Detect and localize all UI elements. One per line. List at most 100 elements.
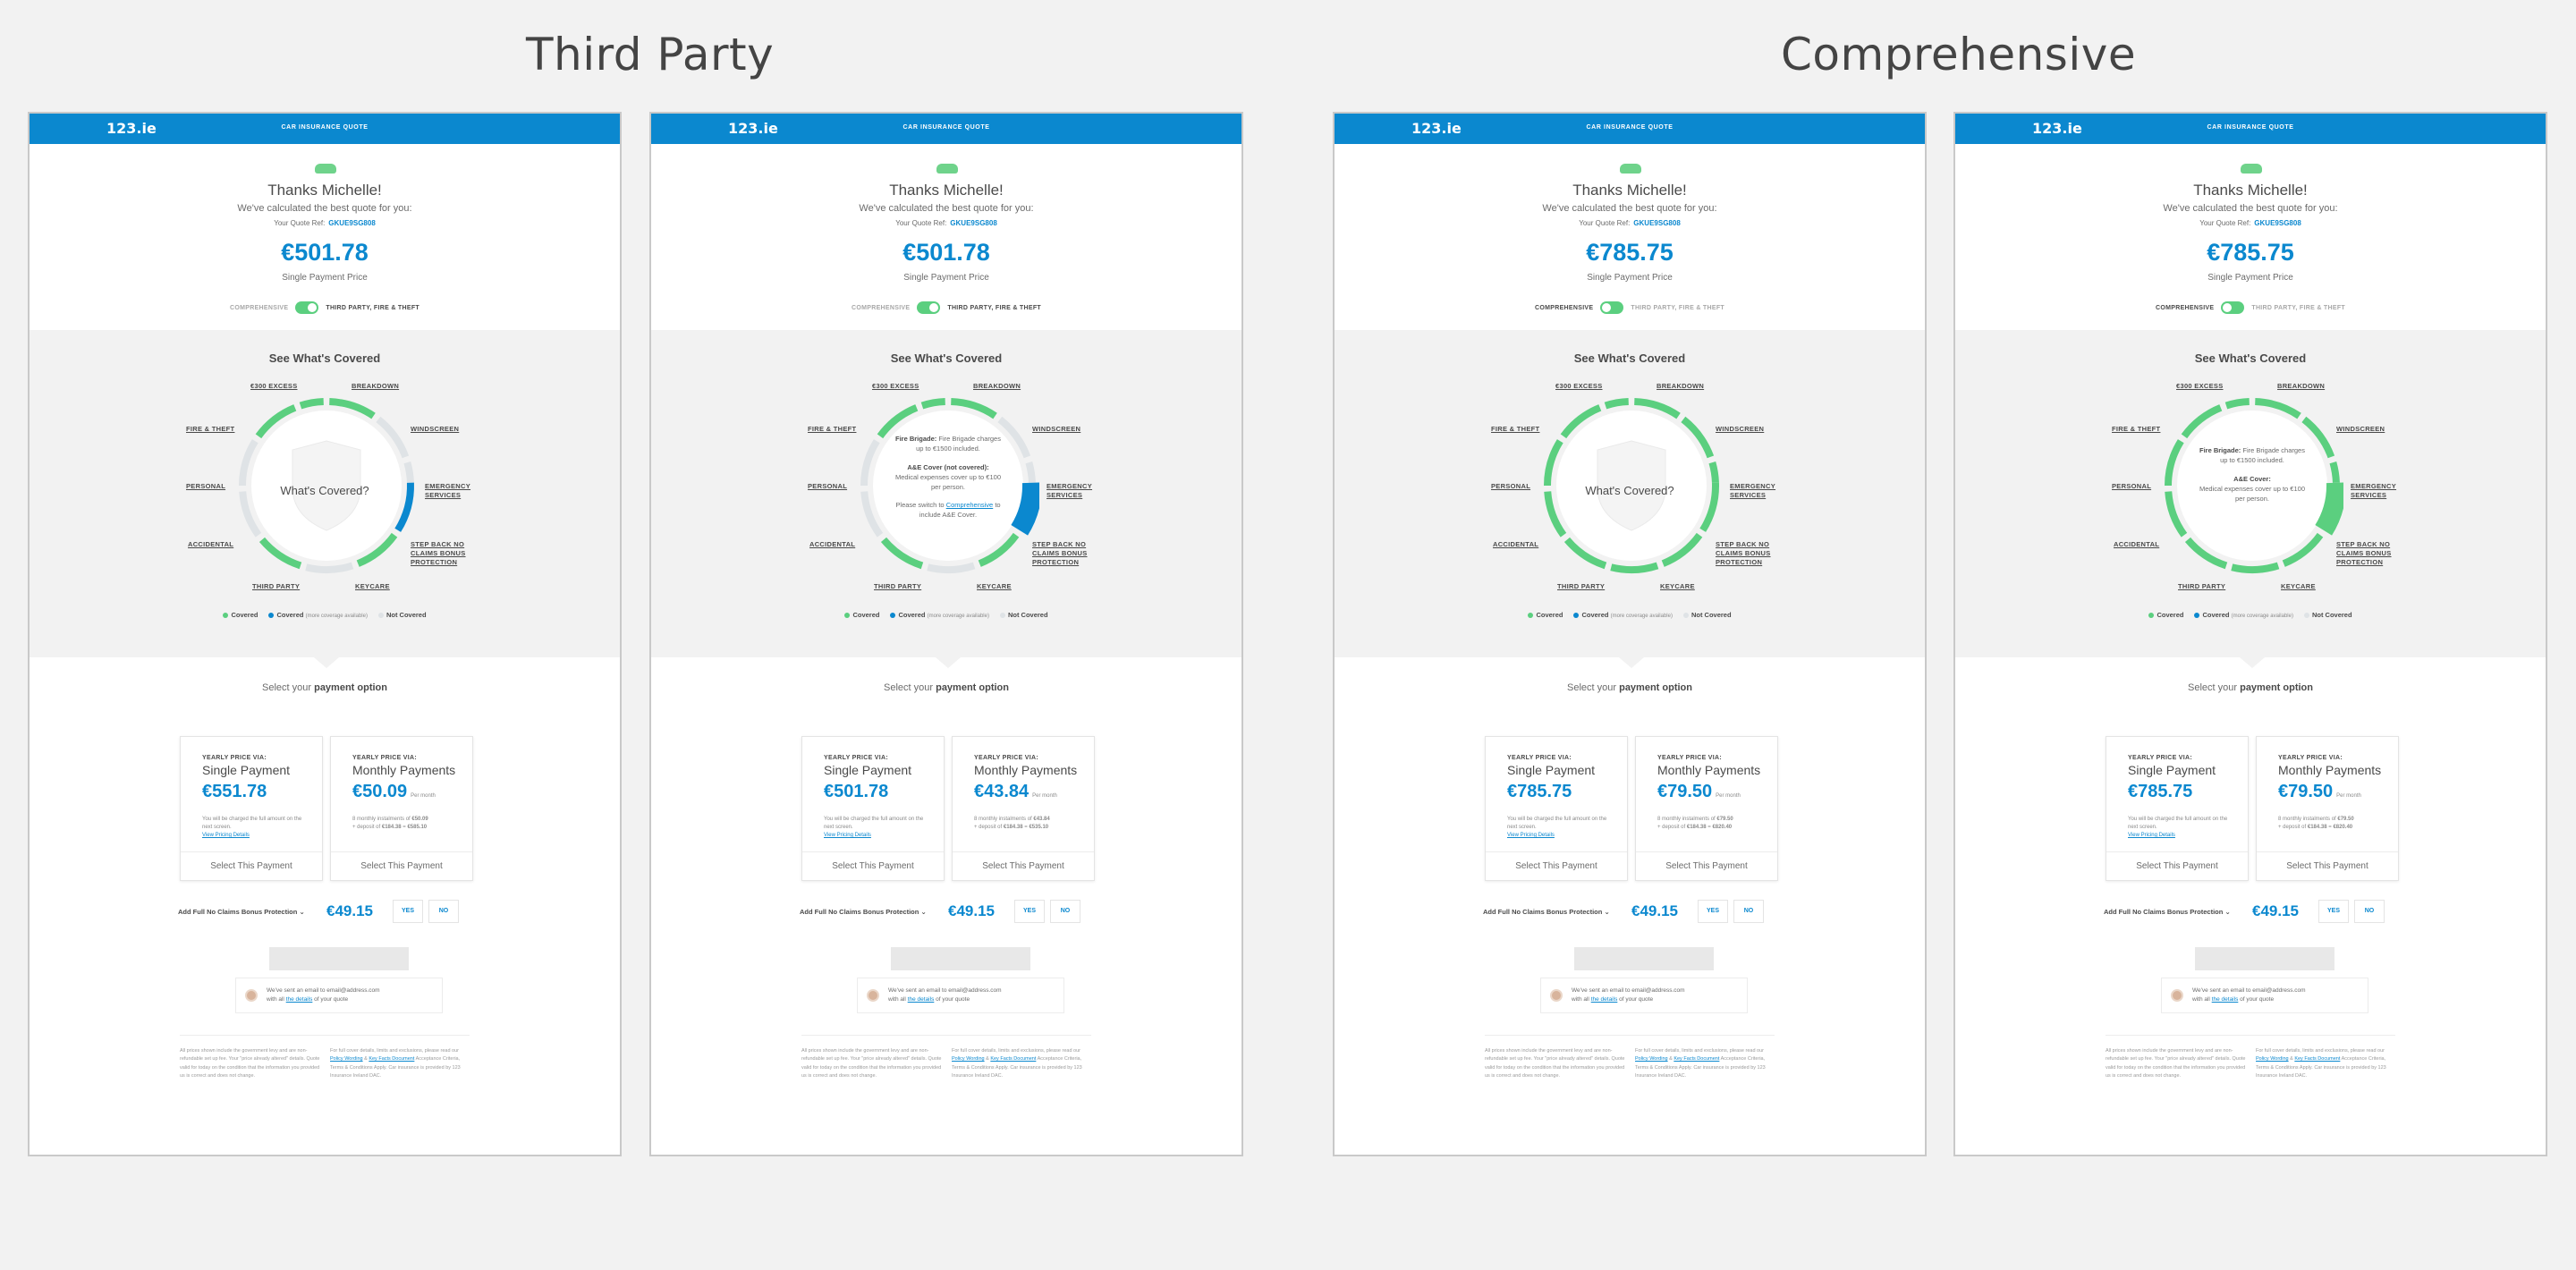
- pricing-details-link[interactable]: View Pricing Details: [2128, 833, 2175, 838]
- policy-wording-link[interactable]: Policy Wording: [330, 1056, 363, 1062]
- label-keycare[interactable]: KEYCARE: [1660, 582, 1695, 591]
- label-keycare[interactable]: KEYCARE: [355, 582, 390, 591]
- toggle-label-comprehensive[interactable]: COMPREHENSIVE: [230, 305, 288, 311]
- label-third-party[interactable]: THIRD PARTY: [874, 582, 921, 591]
- label-third-party[interactable]: THIRD PARTY: [1557, 582, 1605, 591]
- cover-type-toggle[interactable]: [295, 301, 319, 314]
- ncb-protection-dropdown[interactable]: Add Full No Claims Bonus Protection ⌄: [178, 908, 326, 916]
- label-breakdown[interactable]: BREAKDOWN: [352, 382, 399, 391]
- pricing-details-link[interactable]: View Pricing Details: [824, 833, 871, 838]
- continue-button-disabled[interactable]: [891, 947, 1030, 970]
- pricing-details-link[interactable]: View Pricing Details: [202, 833, 250, 838]
- quote-details-link[interactable]: the details: [2212, 996, 2239, 1003]
- label-fire-theft[interactable]: FIRE & THEFT: [2112, 425, 2160, 434]
- label-accidental[interactable]: ACCIDENTAL: [1493, 540, 1538, 549]
- toggle-label-comprehensive[interactable]: COMPREHENSIVE: [1535, 305, 1593, 311]
- label-fire-theft[interactable]: FIRE & THEFT: [186, 425, 234, 434]
- toggle-label-third-party[interactable]: THIRD PARTY, FIRE & THEFT: [1631, 305, 1724, 311]
- label-step-back-ncb[interactable]: STEP BACK NO CLAIMS BONUS PROTECTION: [1716, 540, 1780, 567]
- ncb-protection-dropdown[interactable]: Add Full No Claims Bonus Protection ⌄: [1483, 908, 1631, 916]
- coverage-segment[interactable]: [1025, 461, 1036, 483]
- coverage-segment[interactable]: [927, 562, 976, 573]
- continue-button-disabled[interactable]: [1574, 947, 1714, 970]
- coverage-segment[interactable]: [305, 562, 354, 573]
- label-keycare[interactable]: KEYCARE: [2281, 582, 2316, 591]
- label-accidental[interactable]: ACCIDENTAL: [809, 540, 855, 549]
- label-windscreen[interactable]: WINDSCREEN: [2336, 425, 2385, 434]
- label-third-party[interactable]: THIRD PARTY: [2178, 582, 2225, 591]
- toggle-label-comprehensive[interactable]: COMPREHENSIVE: [852, 305, 910, 311]
- label-breakdown[interactable]: BREAKDOWN: [973, 382, 1021, 391]
- label-keycare[interactable]: KEYCARE: [977, 582, 1012, 591]
- ncb-no-button[interactable]: NO: [428, 900, 459, 923]
- toggle-label-comprehensive[interactable]: COMPREHENSIVE: [2156, 305, 2214, 311]
- label-windscreen[interactable]: WINDSCREEN: [1716, 425, 1764, 434]
- ncb-no-button[interactable]: NO: [1733, 900, 1764, 923]
- label-windscreen[interactable]: WINDSCREEN: [411, 425, 459, 434]
- monthly-payment-card[interactable]: YEARLY PRICE VIA: Monthly Payments €79.5…: [1635, 736, 1778, 881]
- quote-details-link[interactable]: the details: [1591, 996, 1618, 1003]
- label-third-party[interactable]: THIRD PARTY: [252, 582, 300, 591]
- ncb-protection-dropdown[interactable]: Add Full No Claims Bonus Protection ⌄: [800, 908, 948, 916]
- toggle-label-third-party[interactable]: THIRD PARTY, FIRE & THEFT: [2251, 305, 2345, 311]
- label-accidental[interactable]: ACCIDENTAL: [188, 540, 233, 549]
- comprehensive-link[interactable]: Comprehensive: [946, 501, 994, 509]
- single-payment-card[interactable]: YEARLY PRICE VIA: Single Payment €551.78…: [180, 736, 323, 881]
- label-excess[interactable]: €300 EXCESS: [2176, 382, 2224, 391]
- select-single-payment-button[interactable]: Select This Payment: [2106, 851, 2248, 880]
- quote-details-link[interactable]: the details: [908, 996, 935, 1003]
- label-emergency-services[interactable]: EMERGENCY SERVICES: [2351, 482, 2406, 500]
- policy-wording-link[interactable]: Policy Wording: [1635, 1056, 1668, 1062]
- label-personal[interactable]: PERSONAL: [808, 482, 847, 491]
- continue-button-disabled[interactable]: [269, 947, 409, 970]
- select-monthly-payment-button[interactable]: Select This Payment: [953, 851, 1094, 880]
- coverage-segment[interactable]: [2224, 398, 2250, 410]
- policy-wording-link[interactable]: Policy Wording: [952, 1056, 985, 1062]
- policy-wording-link[interactable]: Policy Wording: [2256, 1056, 2289, 1062]
- single-payment-card[interactable]: YEARLY PRICE VIA: Single Payment €785.75…: [2106, 736, 2249, 881]
- monthly-payment-card[interactable]: YEARLY PRICE VIA: Monthly Payments €50.0…: [330, 736, 473, 881]
- label-excess[interactable]: €300 EXCESS: [250, 382, 298, 391]
- coverage-segment[interactable]: [1708, 461, 1719, 483]
- ncb-protection-dropdown[interactable]: Add Full No Claims Bonus Protection ⌄: [2104, 908, 2252, 916]
- toggle-label-third-party[interactable]: THIRD PARTY, FIRE & THEFT: [947, 305, 1041, 311]
- label-windscreen[interactable]: WINDSCREEN: [1032, 425, 1080, 434]
- select-monthly-payment-button[interactable]: Select This Payment: [1636, 851, 1777, 880]
- key-facts-link[interactable]: Key Facts Document: [1674, 1056, 1719, 1062]
- label-personal[interactable]: PERSONAL: [2112, 482, 2151, 491]
- label-step-back-ncb[interactable]: STEP BACK NO CLAIMS BONUS PROTECTION: [2336, 540, 2401, 567]
- label-emergency-services[interactable]: EMERGENCY SERVICES: [1046, 482, 1102, 500]
- select-monthly-payment-button[interactable]: Select This Payment: [331, 851, 472, 880]
- ncb-no-button[interactable]: NO: [2354, 900, 2385, 923]
- key-facts-link[interactable]: Key Facts Document: [990, 1056, 1036, 1062]
- key-facts-link[interactable]: Key Facts Document: [2294, 1056, 2340, 1062]
- pricing-details-link[interactable]: View Pricing Details: [1507, 833, 1555, 838]
- label-accidental[interactable]: ACCIDENTAL: [2114, 540, 2159, 549]
- label-breakdown[interactable]: BREAKDOWN: [2277, 382, 2325, 391]
- select-single-payment-button[interactable]: Select This Payment: [802, 851, 944, 880]
- monthly-payment-card[interactable]: YEARLY PRICE VIA: Monthly Payments €79.5…: [2256, 736, 2399, 881]
- ncb-yes-button[interactable]: YES: [1014, 900, 1045, 923]
- coverage-segment[interactable]: [299, 398, 324, 410]
- ncb-yes-button[interactable]: YES: [2318, 900, 2349, 923]
- single-payment-card[interactable]: YEARLY PRICE VIA: Single Payment €785.75…: [1485, 736, 1628, 881]
- coverage-segment[interactable]: [920, 398, 945, 410]
- toggle-label-third-party[interactable]: THIRD PARTY, FIRE & THEFT: [326, 305, 419, 311]
- key-facts-link[interactable]: Key Facts Document: [369, 1056, 414, 1062]
- label-step-back-ncb[interactable]: STEP BACK NO CLAIMS BONUS PROTECTION: [411, 540, 475, 567]
- continue-button-disabled[interactable]: [2195, 947, 2334, 970]
- coverage-segment[interactable]: [1610, 562, 1659, 573]
- label-excess[interactable]: €300 EXCESS: [1555, 382, 1603, 391]
- label-excess[interactable]: €300 EXCESS: [872, 382, 919, 391]
- coverage-segment[interactable]: [2329, 461, 2340, 483]
- cover-type-toggle[interactable]: [917, 301, 941, 314]
- ncb-yes-button[interactable]: YES: [1698, 900, 1728, 923]
- label-breakdown[interactable]: BREAKDOWN: [1657, 382, 1704, 391]
- cover-type-toggle[interactable]: [1600, 301, 1624, 314]
- select-monthly-payment-button[interactable]: Select This Payment: [2257, 851, 2398, 880]
- single-payment-card[interactable]: YEARLY PRICE VIA: Single Payment €501.78…: [801, 736, 945, 881]
- coverage-segment[interactable]: [1604, 398, 1629, 410]
- select-single-payment-button[interactable]: Select This Payment: [181, 851, 322, 880]
- coverage-segment[interactable]: [2231, 562, 2280, 573]
- ncb-no-button[interactable]: NO: [1050, 900, 1080, 923]
